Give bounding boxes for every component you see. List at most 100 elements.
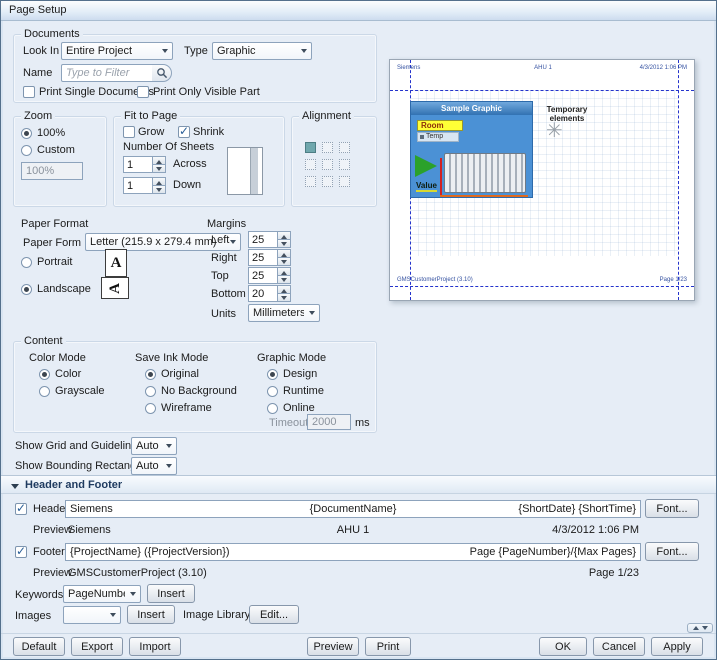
value-label: Value <box>416 181 437 192</box>
search-icon <box>156 67 168 79</box>
portrait-radio[interactable] <box>21 257 32 268</box>
margin-guide-top <box>390 90 694 91</box>
spin-down-icon[interactable] <box>153 185 166 194</box>
documents-group-label: Documents <box>21 28 83 41</box>
value-triangle-icon <box>415 155 437 177</box>
margin-right-stepper[interactable]: 25 <box>248 249 291 266</box>
spin-down-icon[interactable] <box>153 164 166 173</box>
paper-form-label: Paper Form <box>23 237 81 250</box>
show-bounding-rectangle-dropdown[interactable]: Auto <box>131 457 177 475</box>
spin-up-icon[interactable] <box>278 231 291 239</box>
print-single-documents-checkbox[interactable] <box>23 86 35 98</box>
export-button[interactable]: Export <box>71 637 123 656</box>
image-library-label: Image Library <box>183 609 250 622</box>
sheets-down-spin-buttons[interactable] <box>153 177 166 194</box>
default-button[interactable]: Default <box>13 637 65 656</box>
alignment-cell-middle-left[interactable] <box>305 159 316 170</box>
image-library-edit-button[interactable]: Edit... <box>249 605 299 624</box>
portrait-page-icon: A <box>105 249 127 277</box>
design-radio[interactable] <box>267 369 278 380</box>
print-only-visible-part-checkbox[interactable] <box>137 86 149 98</box>
look-in-dropdown[interactable]: Entire Project <box>61 42 173 60</box>
no-background-radio[interactable] <box>145 386 156 397</box>
no-background-label: No Background <box>161 385 237 398</box>
margin-right-spin-buttons[interactable] <box>278 249 291 266</box>
cancel-button[interactable]: Cancel <box>593 637 645 656</box>
name-filter-input[interactable] <box>61 64 153 82</box>
landscape-radio[interactable] <box>21 284 32 295</box>
keywords-dropdown[interactable]: PageNumber <box>63 585 141 603</box>
spin-up-icon[interactable] <box>278 285 291 293</box>
spin-up-icon[interactable] <box>278 249 291 257</box>
spin-down-icon[interactable] <box>278 293 291 302</box>
title-bar[interactable]: Page Setup <box>1 1 716 21</box>
alignment-group-label: Alignment <box>299 110 354 123</box>
spin-down-icon[interactable] <box>278 239 291 248</box>
preview-button[interactable]: Preview <box>307 637 359 656</box>
units-value: Millimeters <box>253 307 304 319</box>
alignment-cell-top-left[interactable] <box>305 142 316 153</box>
zoom-100-radio[interactable] <box>21 128 32 139</box>
alignment-cell-bottom-left[interactable] <box>305 176 316 187</box>
section-resize-grip[interactable] <box>687 623 713 633</box>
type-dropdown[interactable]: Graphic <box>212 42 312 60</box>
header-footer-expander[interactable]: Header and Footer <box>1 475 717 494</box>
units-dropdown[interactable]: Millimeters <box>248 304 320 322</box>
shrink-checkbox[interactable] <box>178 126 190 138</box>
across-label: Across <box>173 158 207 171</box>
spin-down-icon[interactable] <box>278 275 291 284</box>
wireframe-radio[interactable] <box>145 403 156 414</box>
alignment-cell-middle-right[interactable] <box>339 159 350 170</box>
online-radio[interactable] <box>267 403 278 414</box>
show-grid-guidelines-dropdown[interactable]: Auto <box>131 437 177 455</box>
apply-button[interactable]: Apply <box>651 637 703 656</box>
color-radio[interactable] <box>39 369 50 380</box>
ok-button[interactable]: OK <box>539 637 587 656</box>
alignment-cell-bottom-center[interactable] <box>322 176 333 187</box>
zoom-custom-input[interactable]: 100% <box>21 162 83 180</box>
search-button[interactable] <box>152 64 172 82</box>
runtime-radio[interactable] <box>267 386 278 397</box>
grow-label: Grow <box>138 126 164 139</box>
images-dropdown[interactable] <box>63 606 121 624</box>
zoom-custom-label: Custom <box>37 144 75 157</box>
paper-format-label: Paper Format <box>21 218 88 231</box>
margin-bottom-stepper[interactable]: 20 <box>248 285 291 302</box>
spin-up-icon[interactable] <box>278 267 291 275</box>
grow-checkbox[interactable] <box>123 126 135 138</box>
footer-field[interactable]: {ProjectName} ({ProjectVersion}) Page {P… <box>65 543 641 561</box>
margin-top-stepper[interactable]: 25 <box>248 267 291 284</box>
margin-left-spin-buttons[interactable] <box>278 231 291 248</box>
sheets-across-spin-buttons[interactable] <box>153 156 166 173</box>
sheet-layout-preview-icon <box>227 147 263 195</box>
margin-left-label: Left <box>211 234 229 247</box>
grayscale-radio[interactable] <box>39 386 50 397</box>
spin-up-icon[interactable] <box>153 177 166 185</box>
alignment-cell-middle-center[interactable] <box>322 159 333 170</box>
zoom-custom-radio[interactable] <box>21 145 32 156</box>
sheets-down-stepper[interactable]: 1 <box>123 177 166 194</box>
margin-bottom-spin-buttons[interactable] <box>278 285 291 302</box>
original-radio[interactable] <box>145 369 156 380</box>
keywords-insert-button[interactable]: Insert <box>147 584 195 603</box>
alignment-cell-top-right[interactable] <box>339 142 350 153</box>
footer-checkbox[interactable] <box>15 546 27 558</box>
margin-top-spin-buttons[interactable] <box>278 267 291 284</box>
spin-up-icon[interactable] <box>153 156 166 164</box>
header-font-button[interactable]: Font... <box>645 499 699 518</box>
alignment-cell-top-center[interactable] <box>322 142 333 153</box>
sheets-across-value: 1 <box>123 156 153 173</box>
header-checkbox[interactable] <box>15 503 27 515</box>
preview-header-right: 4/3/2012 1:06 PM <box>640 65 687 72</box>
import-button[interactable]: Import <box>129 637 181 656</box>
spin-down-icon[interactable] <box>278 257 291 266</box>
print-button[interactable]: Print <box>365 637 411 656</box>
header-field[interactable]: Siemens {DocumentName} {ShortDate} {Shor… <box>65 500 641 518</box>
alignment-cell-bottom-right[interactable] <box>339 176 350 187</box>
radiator-icon <box>444 153 526 193</box>
footer-font-button[interactable]: Font... <box>645 542 699 561</box>
margin-left-stepper[interactable]: 25 <box>248 231 291 248</box>
timeout-input[interactable]: 2000 <box>307 414 351 430</box>
images-insert-button[interactable]: Insert <box>127 605 175 624</box>
sheets-across-stepper[interactable]: 1 <box>123 156 166 173</box>
